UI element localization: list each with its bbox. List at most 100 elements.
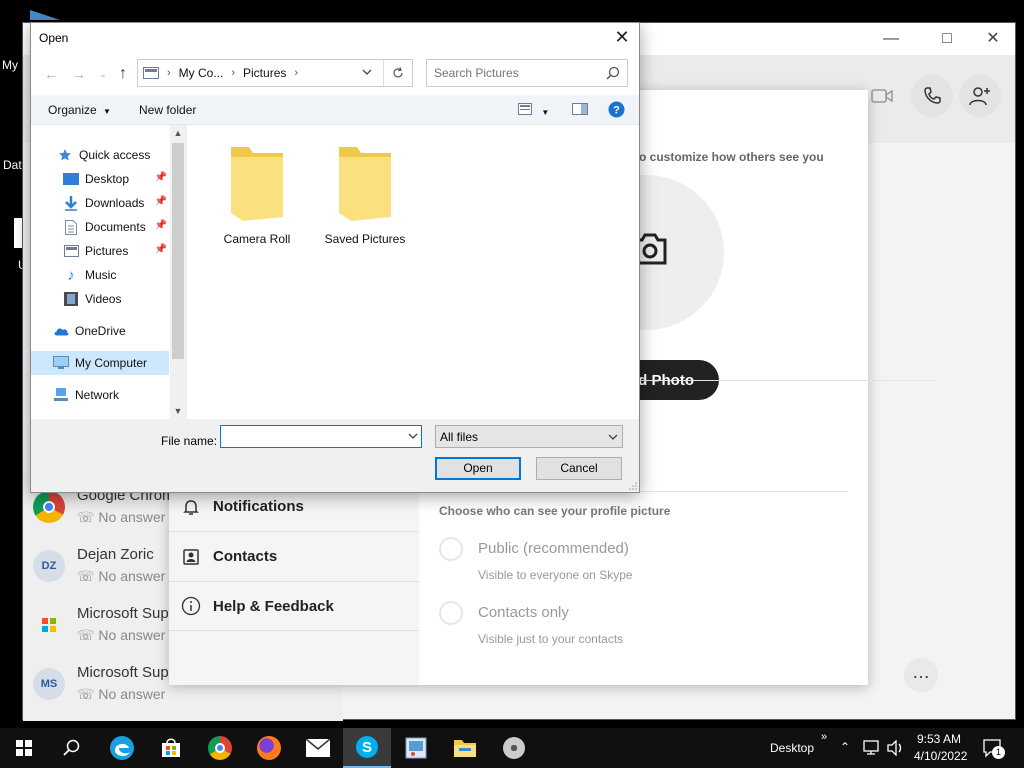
nav-scrollbar[interactable]: ▲ ▼ [170,125,186,419]
sidebar-item-contacts[interactable]: Contacts [169,531,419,581]
maximize-button[interactable]: □ [935,29,959,49]
minimize-button[interactable]: — [879,29,903,49]
nav-label: My Computer [75,356,148,370]
desktop-toolbar-label[interactable]: Desktop [770,741,814,755]
folder-item[interactable]: Camera Roll [207,143,307,246]
nav-network[interactable]: Network [31,383,169,407]
dialog-close-button[interactable]: ✕ [611,26,633,48]
breadcrumb-chevron-icon: › [294,67,299,79]
taskbar-edge[interactable] [98,728,146,768]
file-name-field[interactable] [220,425,422,448]
taskbar-file-explorer[interactable] [441,728,489,768]
file-type-value: All files [440,430,479,444]
nav-videos[interactable]: Videos [31,287,169,311]
no-answer-icon: ☏ [77,568,99,584]
refresh-button[interactable] [383,60,411,86]
file-name-input[interactable] [221,426,401,447]
search-button[interactable] [48,728,96,768]
audio-call-button[interactable] [911,75,953,117]
network-icon [53,387,69,403]
avatar: DZ [33,550,65,582]
contacts-only-radio-description: Visible just to your contacts [478,632,624,646]
nav-onedrive[interactable]: OneDrive [31,319,169,343]
toolbar-expand-icon[interactable]: » [821,731,827,743]
start-button[interactable] [0,728,48,768]
breadcrumb-chevron-icon: › [231,67,236,79]
add-people-button[interactable] [959,75,1001,117]
mail-icon [306,739,330,757]
recent-locations-button[interactable]: ⌄ [93,64,113,84]
pin-icon: 📌 [154,244,167,255]
file-name-label: File name: [161,434,218,448]
chevron-down-icon [608,431,618,445]
breadcrumb-pictures[interactable]: Pictures [243,66,286,80]
open-file-dialog: Open ✕ ← → ⌄ ↑ › My Co... › Pictures › O… [30,22,640,493]
nav-music[interactable]: ♪ Music [31,263,169,287]
action-center-button[interactable]: 1 [982,738,1005,761]
taskbar-paint[interactable] [392,728,440,768]
nav-quick-access[interactable]: Quick access [31,143,169,167]
desktop-icon-shortcut[interactable] [14,218,22,248]
clock-time[interactable]: 9:53 AM [917,732,961,746]
volume-icon[interactable] [886,739,904,759]
contacts-only-radio[interactable] [439,601,463,625]
cancel-button[interactable]: Cancel [536,457,622,480]
folder-item[interactable]: Saved Pictures [315,143,415,246]
up-button[interactable]: ↑ [113,64,133,84]
search-box[interactable] [426,59,628,87]
help-button[interactable]: ? [608,101,625,121]
scroll-down-arrow-icon[interactable]: ▼ [170,403,186,419]
desktop-icon-flag[interactable] [30,10,60,20]
public-radio[interactable] [439,537,463,561]
new-folder-button[interactable]: New folder [139,103,196,117]
scroll-thumb[interactable] [172,143,184,359]
search-input[interactable] [427,60,597,86]
taskbar-media[interactable] [490,728,538,768]
chat-status: ☏ No answer [77,509,165,526]
sidebar-item-help-feedback[interactable]: Help & Feedback [169,581,419,631]
nav-my-computer[interactable]: My Computer [31,351,169,375]
folder-icon [339,147,391,221]
document-icon [63,219,79,235]
chevron-down-icon[interactable] [408,430,418,444]
address-dropdown-icon[interactable] [362,66,372,80]
network-status-icon[interactable] [862,740,880,759]
show-hidden-icons-button[interactable]: ⌃ [840,740,850,754]
chevron-down-icon: ▼ [541,108,550,117]
more-options-button[interactable]: … [904,658,938,692]
taskbar-store[interactable] [147,728,195,768]
star-icon [57,147,73,163]
preview-pane-button[interactable] [572,103,588,118]
address-bar[interactable]: › My Co... › Pictures › [137,59,413,87]
taskbar-skype[interactable]: S [343,728,391,768]
taskbar-firefox[interactable] [245,728,293,768]
taskbar-mail[interactable] [294,728,342,768]
download-arrow-icon [63,195,79,211]
file-type-select[interactable]: All files [435,425,623,448]
chat-status-text: No answer [98,568,166,584]
nav-label: Quick access [79,148,151,162]
disc-icon [503,737,525,759]
navigation-pane: Quick access Desktop 📌 Downloads 📌 Docum… [31,125,186,419]
nav-label: Music [85,268,117,282]
nav-pictures[interactable]: Pictures 📌 [31,239,169,263]
nav-documents[interactable]: Documents 📌 [31,215,169,239]
nav-desktop[interactable]: Desktop 📌 [31,167,169,191]
open-button[interactable]: Open [435,457,521,480]
folder-name: Saved Pictures [324,232,406,246]
breadcrumb-my-computer[interactable]: My Co... [179,66,224,80]
scroll-up-arrow-icon[interactable]: ▲ [170,125,186,141]
clock-date[interactable]: 4/10/2022 [914,749,967,763]
microsoft-logo-icon [33,609,65,641]
nav-downloads[interactable]: Downloads 📌 [31,191,169,215]
nav-label: Desktop [85,172,130,186]
firefox-icon [257,736,281,760]
close-button[interactable]: ✕ [981,29,1005,49]
organize-button[interactable]: Organize ▼ [48,103,111,117]
back-button[interactable]: ← [41,64,61,84]
change-view-button[interactable]: ▼ [518,103,549,118]
refresh-icon [392,67,403,78]
resize-grip-icon[interactable] [629,482,637,490]
forward-button[interactable]: → [69,64,89,84]
taskbar-chrome[interactable] [196,728,244,768]
